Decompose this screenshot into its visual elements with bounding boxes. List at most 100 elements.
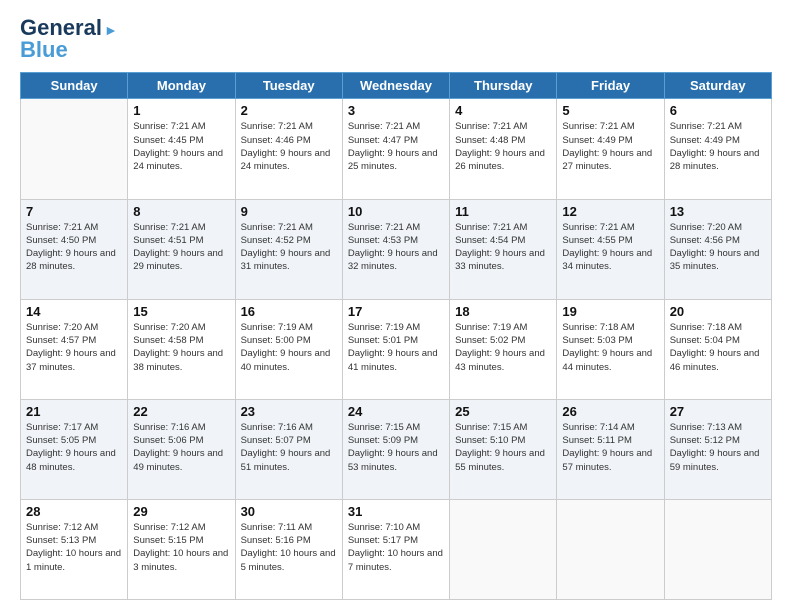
day-info: Sunrise: 7:21 AM Sunset: 4:51 PM Dayligh… xyxy=(133,221,229,274)
calendar-cell: 10 Sunrise: 7:21 AM Sunset: 4:53 PM Dayli… xyxy=(342,199,449,299)
day-info: Sunrise: 7:21 AM Sunset: 4:54 PM Dayligh… xyxy=(455,221,551,274)
calendar-week-2: 7 Sunrise: 7:21 AM Sunset: 4:50 PM Daylig… xyxy=(21,199,772,299)
day-info: Sunrise: 7:17 AM Sunset: 5:05 PM Dayligh… xyxy=(26,421,122,474)
calendar-cell: 28 Sunrise: 7:12 AM Sunset: 5:13 PM Dayli… xyxy=(21,499,128,599)
calendar-cell xyxy=(21,99,128,199)
day-info: Sunrise: 7:19 AM Sunset: 5:02 PM Dayligh… xyxy=(455,321,551,374)
weekday-wednesday: Wednesday xyxy=(342,73,449,99)
day-number: 24 xyxy=(348,404,444,419)
weekday-sunday: Sunday xyxy=(21,73,128,99)
calendar-cell: 16 Sunrise: 7:19 AM Sunset: 5:00 PM Dayli… xyxy=(235,299,342,399)
page: General► Blue SundayMondayTuesdayWednesd… xyxy=(0,0,792,612)
calendar-cell: 6 Sunrise: 7:21 AM Sunset: 4:49 PM Daylig… xyxy=(664,99,771,199)
day-info: Sunrise: 7:16 AM Sunset: 5:06 PM Dayligh… xyxy=(133,421,229,474)
calendar-cell: 12 Sunrise: 7:21 AM Sunset: 4:55 PM Dayli… xyxy=(557,199,664,299)
day-info: Sunrise: 7:16 AM Sunset: 5:07 PM Dayligh… xyxy=(241,421,337,474)
day-number: 12 xyxy=(562,204,658,219)
day-info: Sunrise: 7:21 AM Sunset: 4:49 PM Dayligh… xyxy=(562,120,658,173)
day-number: 17 xyxy=(348,304,444,319)
calendar-cell: 13 Sunrise: 7:20 AM Sunset: 4:56 PM Dayli… xyxy=(664,199,771,299)
calendar-cell: 8 Sunrise: 7:21 AM Sunset: 4:51 PM Daylig… xyxy=(128,199,235,299)
day-number: 28 xyxy=(26,504,122,519)
weekday-tuesday: Tuesday xyxy=(235,73,342,99)
day-number: 13 xyxy=(670,204,766,219)
calendar-cell: 26 Sunrise: 7:14 AM Sunset: 5:11 PM Dayli… xyxy=(557,399,664,499)
calendar-cell: 30Sunrise: 7:11 AM Sunset: 5:16 PM Dayli… xyxy=(235,499,342,599)
day-number: 9 xyxy=(241,204,337,219)
day-info: Sunrise: 7:15 AM Sunset: 5:10 PM Dayligh… xyxy=(455,421,551,474)
calendar-cell: 22Sunrise: 7:16 AM Sunset: 5:06 PM Dayli… xyxy=(128,399,235,499)
day-number: 6 xyxy=(670,103,766,118)
calendar-cell: 23 Sunrise: 7:16 AM Sunset: 5:07 PM Dayli… xyxy=(235,399,342,499)
day-number: 1 xyxy=(133,103,229,118)
day-number: 5 xyxy=(562,103,658,118)
day-number: 20 xyxy=(670,304,766,319)
calendar-cell: 17 Sunrise: 7:19 AM Sunset: 5:01 PM Dayli… xyxy=(342,299,449,399)
day-info: Sunrise: 7:21 AM Sunset: 4:49 PM Dayligh… xyxy=(670,120,766,173)
day-number: 21 xyxy=(26,404,122,419)
calendar-cell: 31Sunrise: 7:10 AM Sunset: 5:17 PM Dayli… xyxy=(342,499,449,599)
calendar-table: SundayMondayTuesdayWednesdayThursdayFrid… xyxy=(20,72,772,600)
logo-blue: Blue xyxy=(20,38,68,62)
day-info: Sunrise: 7:18 AM Sunset: 5:03 PM Dayligh… xyxy=(562,321,658,374)
calendar-cell xyxy=(557,499,664,599)
day-number: 7 xyxy=(26,204,122,219)
calendar-cell: 2 Sunrise: 7:21 AM Sunset: 4:46 PM Daylig… xyxy=(235,99,342,199)
day-number: 23 xyxy=(241,404,337,419)
calendar-cell: 5 Sunrise: 7:21 AM Sunset: 4:49 PM Daylig… xyxy=(557,99,664,199)
day-number: 19 xyxy=(562,304,658,319)
day-number: 11 xyxy=(455,204,551,219)
day-number: 31 xyxy=(348,504,444,519)
calendar-cell: 1 Sunrise: 7:21 AM Sunset: 4:45 PM Daylig… xyxy=(128,99,235,199)
calendar-cell: 29Sunrise: 7:12 AM Sunset: 5:15 PM Dayli… xyxy=(128,499,235,599)
calendar-cell: 27 Sunrise: 7:13 AM Sunset: 5:12 PM Dayli… xyxy=(664,399,771,499)
day-info: Sunrise: 7:21 AM Sunset: 4:47 PM Dayligh… xyxy=(348,120,444,173)
day-info: Sunrise: 7:15 AM Sunset: 5:09 PM Dayligh… xyxy=(348,421,444,474)
calendar-cell: 19 Sunrise: 7:18 AM Sunset: 5:03 PM Dayli… xyxy=(557,299,664,399)
calendar-cell: 11 Sunrise: 7:21 AM Sunset: 4:54 PM Dayli… xyxy=(450,199,557,299)
weekday-header-row: SundayMondayTuesdayWednesdayThursdayFrid… xyxy=(21,73,772,99)
day-info: Sunrise: 7:19 AM Sunset: 5:00 PM Dayligh… xyxy=(241,321,337,374)
day-info: Sunrise: 7:21 AM Sunset: 4:55 PM Dayligh… xyxy=(562,221,658,274)
calendar-cell: 4Sunrise: 7:21 AM Sunset: 4:48 PM Daylig… xyxy=(450,99,557,199)
day-info: Sunrise: 7:12 AM Sunset: 5:13 PM Dayligh… xyxy=(26,521,122,574)
day-info: Sunrise: 7:21 AM Sunset: 4:53 PM Dayligh… xyxy=(348,221,444,274)
day-number: 4 xyxy=(455,103,551,118)
day-info: Sunrise: 7:21 AM Sunset: 4:52 PM Dayligh… xyxy=(241,221,337,274)
calendar-cell xyxy=(450,499,557,599)
calendar-cell xyxy=(664,499,771,599)
day-number: 8 xyxy=(133,204,229,219)
weekday-thursday: Thursday xyxy=(450,73,557,99)
calendar-cell: 15 Sunrise: 7:20 AM Sunset: 4:58 PM Dayli… xyxy=(128,299,235,399)
day-number: 26 xyxy=(562,404,658,419)
day-info: Sunrise: 7:21 AM Sunset: 4:50 PM Dayligh… xyxy=(26,221,122,274)
day-number: 18 xyxy=(455,304,551,319)
weekday-friday: Friday xyxy=(557,73,664,99)
day-info: Sunrise: 7:20 AM Sunset: 4:56 PM Dayligh… xyxy=(670,221,766,274)
calendar-week-1: 1 Sunrise: 7:21 AM Sunset: 4:45 PM Daylig… xyxy=(21,99,772,199)
day-info: Sunrise: 7:14 AM Sunset: 5:11 PM Dayligh… xyxy=(562,421,658,474)
day-number: 15 xyxy=(133,304,229,319)
day-number: 2 xyxy=(241,103,337,118)
day-info: Sunrise: 7:19 AM Sunset: 5:01 PM Dayligh… xyxy=(348,321,444,374)
calendar-cell: 3 Sunrise: 7:21 AM Sunset: 4:47 PM Daylig… xyxy=(342,99,449,199)
day-number: 3 xyxy=(348,103,444,118)
calendar-cell: 24 Sunrise: 7:15 AM Sunset: 5:09 PM Dayli… xyxy=(342,399,449,499)
calendar-cell: 21 Sunrise: 7:17 AM Sunset: 5:05 PM Dayli… xyxy=(21,399,128,499)
day-info: Sunrise: 7:13 AM Sunset: 5:12 PM Dayligh… xyxy=(670,421,766,474)
calendar-cell: 20Sunrise: 7:18 AM Sunset: 5:04 PM Dayli… xyxy=(664,299,771,399)
logo: General► Blue xyxy=(20,16,118,62)
day-number: 27 xyxy=(670,404,766,419)
weekday-saturday: Saturday xyxy=(664,73,771,99)
calendar-cell: 7 Sunrise: 7:21 AM Sunset: 4:50 PM Daylig… xyxy=(21,199,128,299)
calendar-cell: 25Sunrise: 7:15 AM Sunset: 5:10 PM Dayli… xyxy=(450,399,557,499)
day-info: Sunrise: 7:21 AM Sunset: 4:45 PM Dayligh… xyxy=(133,120,229,173)
day-info: Sunrise: 7:21 AM Sunset: 4:46 PM Dayligh… xyxy=(241,120,337,173)
calendar-cell: 14Sunrise: 7:20 AM Sunset: 4:57 PM Dayli… xyxy=(21,299,128,399)
day-info: Sunrise: 7:12 AM Sunset: 5:15 PM Dayligh… xyxy=(133,521,229,574)
day-number: 16 xyxy=(241,304,337,319)
day-number: 10 xyxy=(348,204,444,219)
header: General► Blue xyxy=(20,16,772,62)
day-number: 30 xyxy=(241,504,337,519)
day-info: Sunrise: 7:20 AM Sunset: 4:58 PM Dayligh… xyxy=(133,321,229,374)
